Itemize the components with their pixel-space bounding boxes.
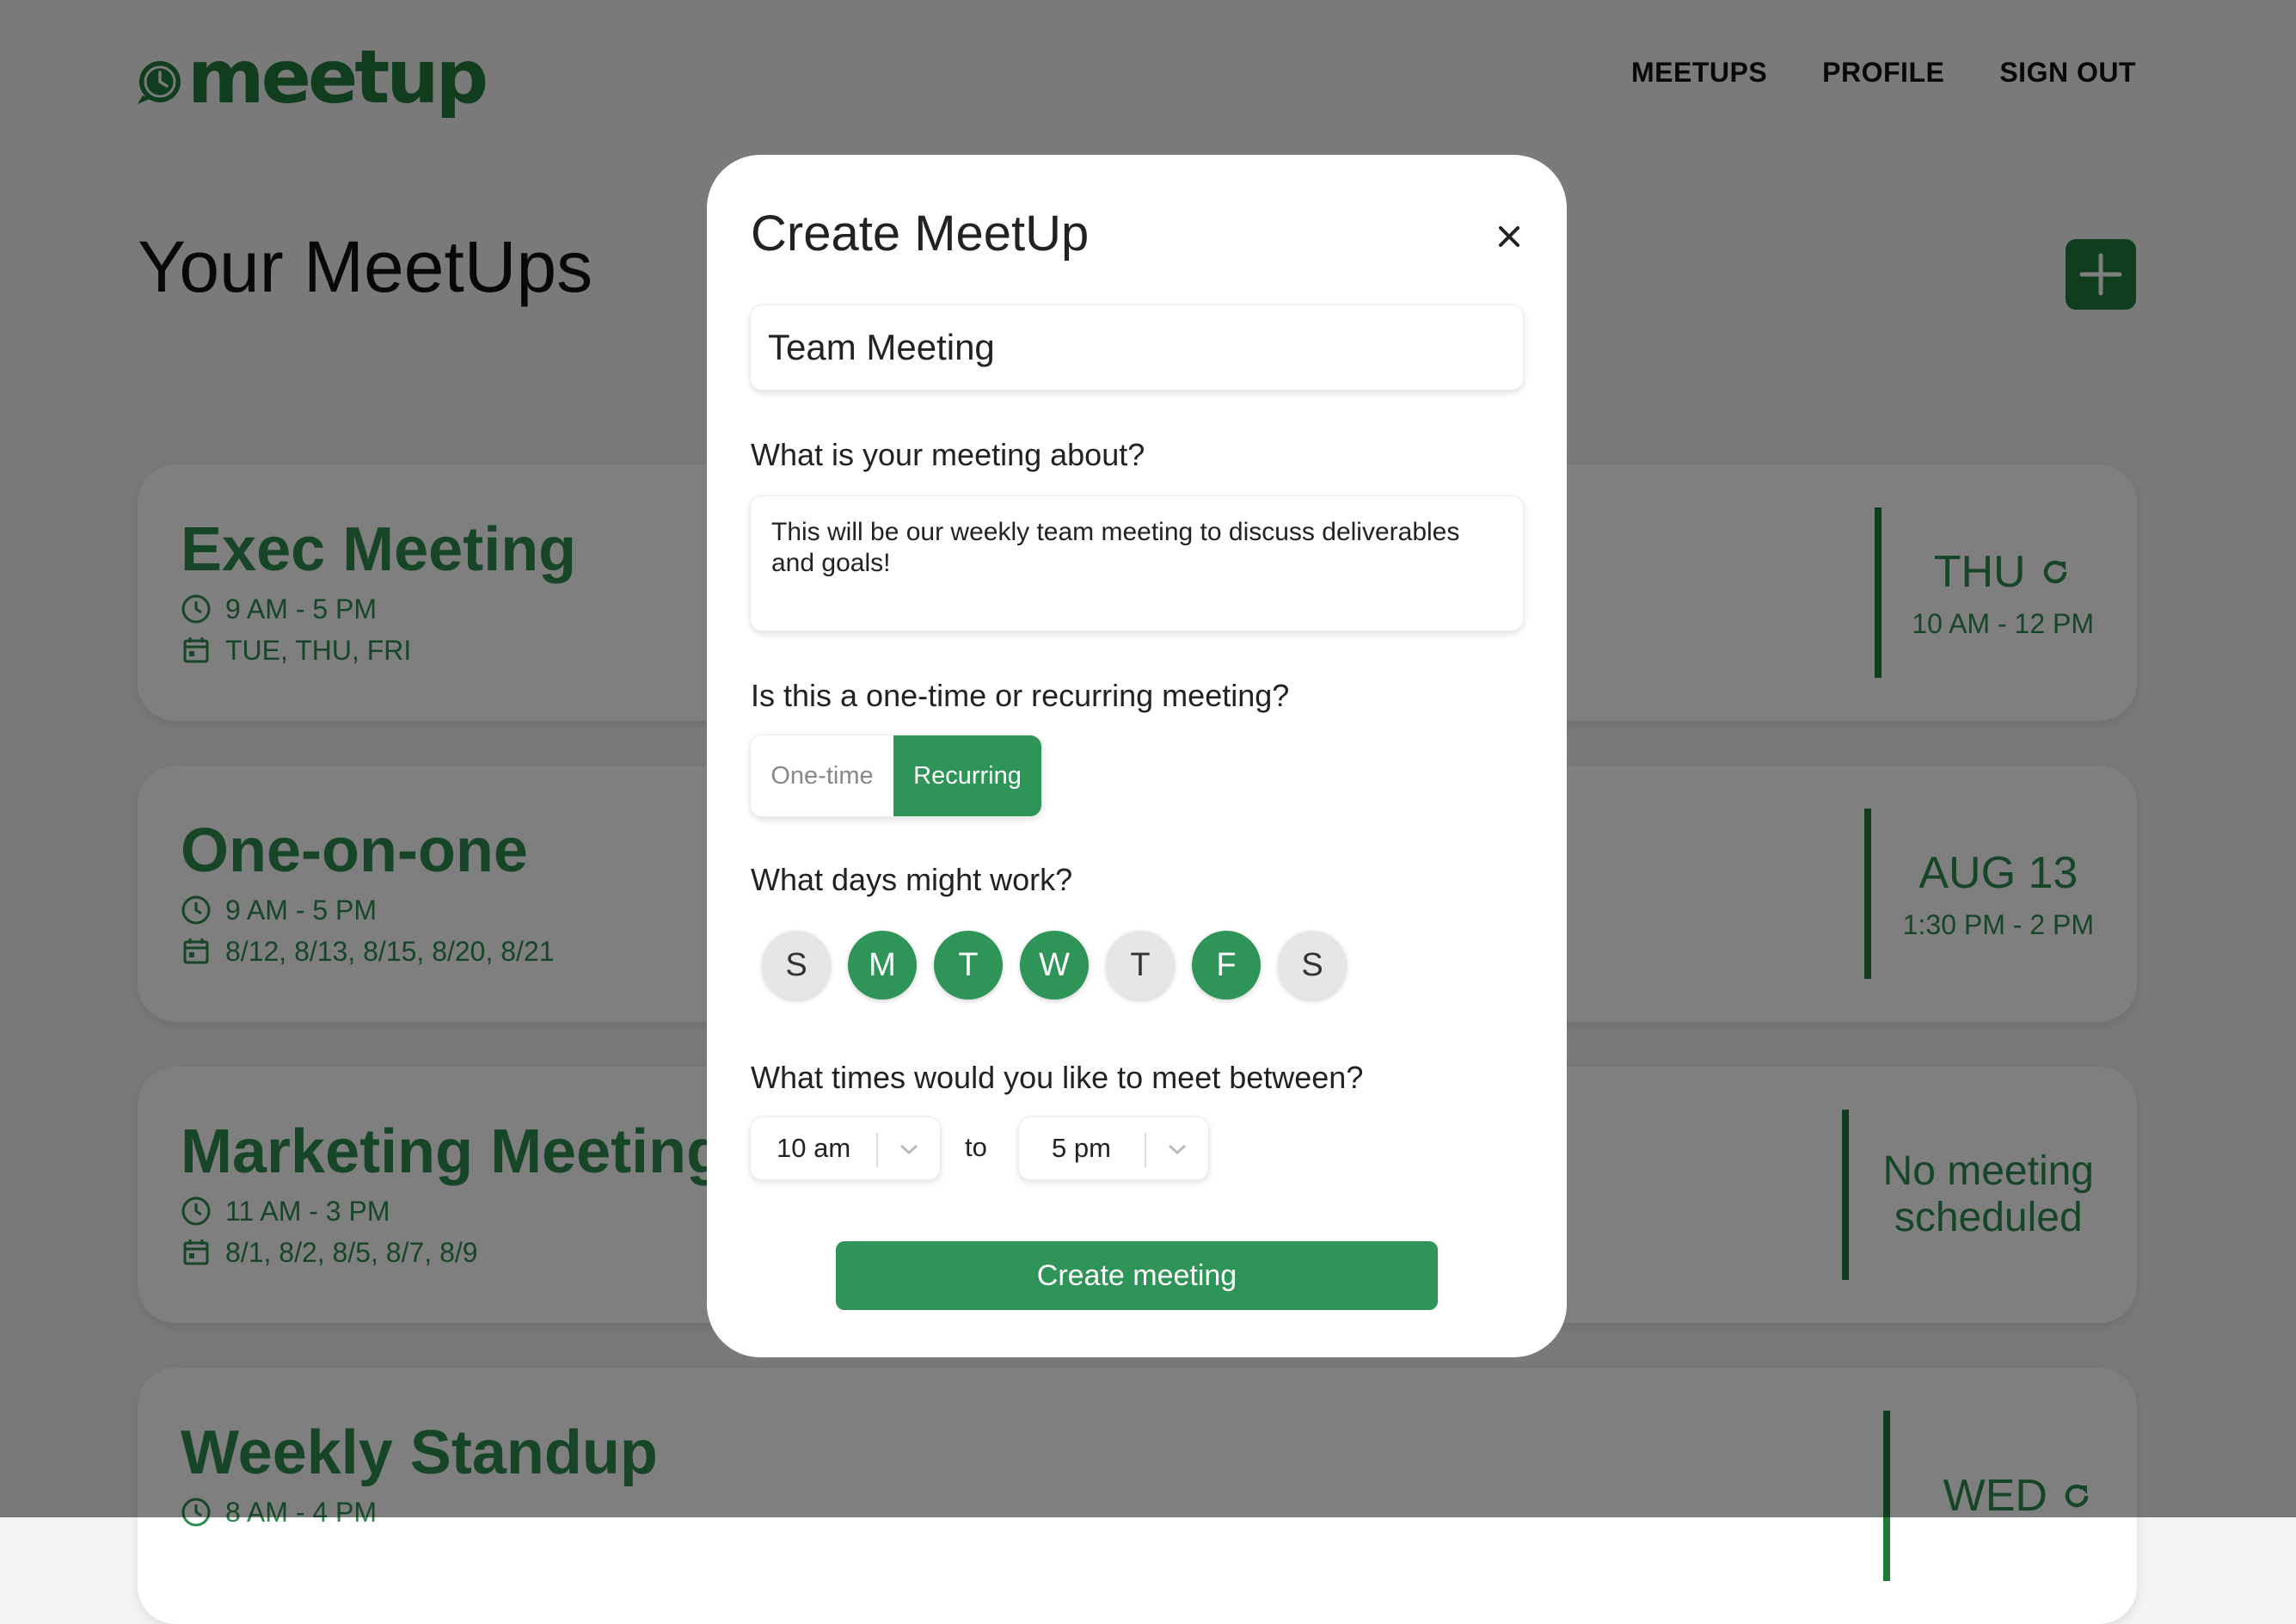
day-wednesday[interactable]: W (1020, 931, 1089, 1000)
about-label: What is your meeting about? (751, 437, 1145, 472)
end-time-select[interactable]: 5 pm (1018, 1116, 1209, 1180)
close-button[interactable] (1488, 215, 1531, 258)
select-separator (1145, 1133, 1146, 1167)
create-meeting-button[interactable]: Create meeting (836, 1241, 1438, 1310)
day-thursday[interactable]: T (1106, 931, 1175, 1000)
meeting-type-label: Is this a one-time or recurring meeting? (751, 678, 1290, 713)
one-time-option[interactable]: One-time (751, 735, 893, 816)
modal-title: Create MeetUp (751, 206, 1090, 261)
chevron-down-icon (1169, 1144, 1186, 1155)
create-meetup-modal: Create MeetUp What is your meeting about… (707, 155, 1567, 1357)
end-time-value: 5 pm (1052, 1133, 1111, 1163)
day-saturday[interactable]: S (1278, 931, 1347, 1000)
day-tuesday[interactable]: T (934, 931, 1003, 1000)
start-time-value: 10 am (777, 1133, 851, 1163)
days-label: What days might work? (751, 862, 1073, 897)
select-separator (876, 1133, 878, 1167)
day-friday[interactable]: F (1192, 931, 1261, 1000)
meeting-name-input[interactable] (750, 304, 1524, 391)
times-label: What times would you like to meet betwee… (751, 1060, 1364, 1095)
time-range-to-label: to (965, 1132, 987, 1162)
close-icon (1499, 226, 1519, 247)
start-time-select[interactable]: 10 am (750, 1116, 941, 1180)
day-sunday[interactable]: S (762, 931, 831, 1000)
chevron-down-icon (900, 1144, 918, 1155)
recurring-option[interactable]: Recurring (893, 735, 1041, 816)
day-monday[interactable]: M (848, 931, 917, 1000)
day-picker: S M T W T F S (762, 931, 1347, 1000)
meeting-about-textarea[interactable]: This will be our weekly team meeting to … (750, 495, 1524, 631)
meeting-type-toggle: One-time Recurring (750, 735, 1042, 817)
